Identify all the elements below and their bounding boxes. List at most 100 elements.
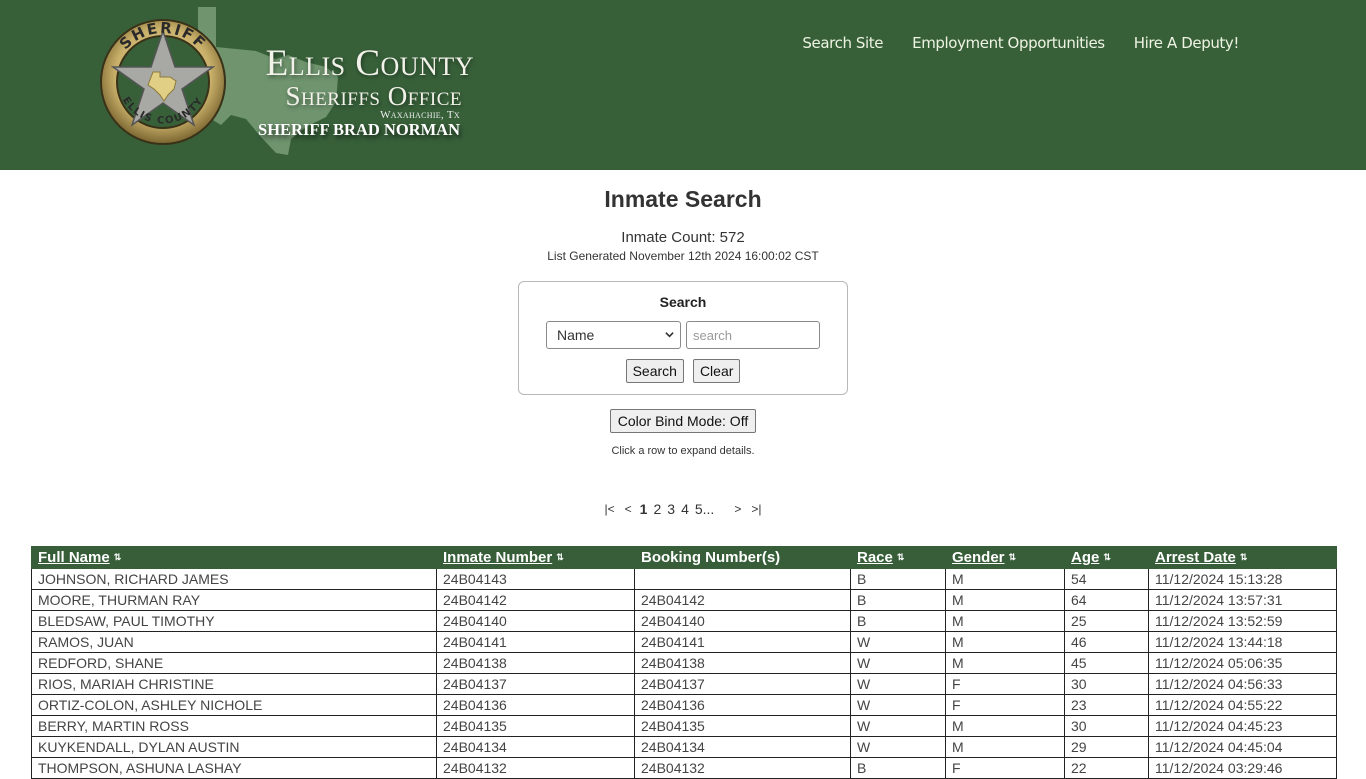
search-panel-title: Search — [659, 294, 707, 310]
cell-age: 29 — [1064, 736, 1149, 758]
cell-arrest-date: 11/12/2024 13:52:59 — [1148, 610, 1337, 632]
sort-icon: ⇅ — [556, 552, 564, 562]
cell-booking-numbers: 24B04135 — [634, 715, 851, 737]
last-page-button[interactable]: >| — [746, 502, 766, 516]
sort-icon: ⇅ — [1103, 552, 1111, 562]
table-row[interactable]: REDFORD, SHANE 24B04138 24B04138 W M 45 11/12/… — [31, 652, 1337, 674]
cell-arrest-date: 11/12/2024 04:55:22 — [1148, 694, 1337, 716]
column-header-inmate-number[interactable]: Inmate Number ⇅ — [436, 546, 635, 569]
page-5[interactable]: 5... — [692, 501, 717, 517]
prev-page-button[interactable]: < — [620, 502, 637, 516]
page-4[interactable]: 4 — [678, 501, 692, 517]
cell-age: 30 — [1064, 715, 1149, 737]
search-button[interactable]: Search — [625, 359, 684, 383]
color-bind-mode-button[interactable]: Color Bind Mode: Off — [609, 409, 757, 433]
pagination: |< < 1 2 3 4 5... > >| — [0, 501, 1366, 517]
cell-booking-numbers: 24B04140 — [634, 610, 851, 632]
cell-race: W — [850, 715, 946, 737]
cell-inmate-number: 24B04132 — [436, 757, 635, 779]
table-row[interactable]: KUYKENDALL, DYLAN AUSTIN 24B04134 24B04134… — [31, 736, 1337, 758]
column-header-age[interactable]: Age ⇅ — [1064, 546, 1149, 569]
logo-county-name: Ellis County — [265, 43, 474, 84]
cell-race: W — [850, 652, 946, 674]
cell-full-name: RIOS, MARIAH CHRISTINE — [31, 673, 437, 695]
chevron-down-icon — [665, 332, 674, 338]
inmate-table: Full Name ⇅ Inmate Number ⇅ Booking Number… — [31, 546, 1337, 779]
cell-gender: M — [945, 610, 1065, 632]
cell-inmate-number: 24B04134 — [436, 736, 635, 758]
cell-race: W — [850, 631, 946, 653]
cell-inmate-number: 24B04137 — [436, 673, 635, 695]
cell-booking-numbers — [634, 568, 851, 590]
table-row[interactable]: RAMOS, JUAN 24B04141 24B04141 W M 46 11/12/202… — [31, 631, 1337, 653]
next-page-button[interactable]: > — [729, 502, 746, 516]
table-row[interactable]: MOORE, THURMAN RAY 24B04142 24B04142 B M 64 11… — [31, 589, 1337, 611]
cell-inmate-number: 24B04142 — [436, 589, 635, 611]
cell-race: B — [850, 589, 946, 611]
cell-age: 30 — [1064, 673, 1149, 695]
cell-arrest-date: 11/12/2024 04:45:23 — [1148, 715, 1337, 737]
top-nav: Search Site Employment Opportunities Hir… — [802, 34, 1239, 52]
column-header-full-name[interactable]: Full Name ⇅ — [31, 546, 437, 569]
page-3[interactable]: 3 — [664, 501, 678, 517]
cell-full-name: REDFORD, SHANE — [31, 652, 437, 674]
cell-race: W — [850, 736, 946, 758]
first-page-button[interactable]: |< — [600, 502, 620, 516]
cell-age: 23 — [1064, 694, 1149, 716]
site-logo[interactable]: SHERIFF ELLIS COUNTY Ellis County Sherif… — [96, 5, 476, 155]
column-header-arrest-date[interactable]: Arrest Date ⇅ — [1148, 546, 1337, 569]
cell-gender: F — [945, 757, 1065, 779]
table-row[interactable]: JOHNSON, RICHARD JAMES 24B04143 B M 54 11/12/… — [31, 568, 1337, 590]
column-header-race[interactable]: Race ⇅ — [850, 546, 946, 569]
cell-gender: M — [945, 715, 1065, 737]
cell-gender: M — [945, 652, 1065, 674]
cell-age: 64 — [1064, 589, 1149, 611]
column-header-gender[interactable]: Gender ⇅ — [945, 546, 1065, 569]
table-row[interactable]: ORTIZ-COLON, ASHLEY NICHOLE 24B04136 24B04… — [31, 694, 1337, 716]
cell-race: W — [850, 673, 946, 695]
clear-button[interactable]: Clear — [692, 359, 741, 383]
cell-gender: F — [945, 673, 1065, 695]
cell-booking-numbers: 24B04134 — [634, 736, 851, 758]
column-header-booking-numbers: Booking Number(s) — [634, 546, 851, 569]
table-row[interactable]: BLEDSAW, PAUL TIMOTHY 24B04140 24B04140 B M 2… — [31, 610, 1337, 632]
table-row[interactable]: THOMPSON, ASHUNA LASHAY 24B04132 24B04132 B… — [31, 757, 1337, 779]
cell-arrest-date: 11/12/2024 13:44:18 — [1148, 631, 1337, 653]
search-field-select[interactable]: Name — [546, 321, 681, 349]
cell-age: 46 — [1064, 631, 1149, 653]
cell-age: 54 — [1064, 568, 1149, 590]
expand-hint: Click a row to expand details. — [611, 445, 755, 457]
cell-inmate-number: 24B04135 — [436, 715, 635, 737]
logo-sheriff-name: SHERIFF BRAD NORMAN — [258, 120, 460, 139]
nav-employment-opportunities[interactable]: Employment Opportunities — [912, 34, 1105, 52]
cell-full-name: MOORE, THURMAN RAY — [31, 589, 437, 611]
cell-age: 22 — [1064, 757, 1149, 779]
cell-inmate-number: 24B04141 — [436, 631, 635, 653]
cell-full-name: THOMPSON, ASHUNA LASHAY — [31, 757, 437, 779]
table-row[interactable]: RIOS, MARIAH CHRISTINE 24B04137 24B04137 W F… — [31, 673, 1337, 695]
cell-arrest-date: 11/12/2024 05:06:35 — [1148, 652, 1337, 674]
sheriff-badge-icon: SHERIFF ELLIS COUNTY — [100, 19, 226, 145]
cell-inmate-number: 24B04136 — [436, 694, 635, 716]
cell-booking-numbers: 24B04141 — [634, 631, 851, 653]
cell-age: 45 — [1064, 652, 1149, 674]
cell-gender: M — [945, 736, 1065, 758]
search-panel: Search Name Search Clear — [518, 281, 848, 395]
site-header: SHERIFF ELLIS COUNTY Ellis County Sherif… — [0, 0, 1366, 170]
nav-search-site[interactable]: Search Site — [802, 34, 883, 52]
table-row[interactable]: BERRY, MARTIN ROSS 24B04135 24B04135 W M 30 11… — [31, 715, 1337, 737]
cell-age: 25 — [1064, 610, 1149, 632]
cell-arrest-date: 11/12/2024 13:57:31 — [1148, 589, 1337, 611]
main-content: Inmate Search Inmate Count: 572 List Gen… — [0, 170, 1366, 517]
cell-full-name: JOHNSON, RICHARD JAMES — [31, 568, 437, 590]
page-2[interactable]: 2 — [650, 501, 664, 517]
list-generated-timestamp: List Generated November 12th 2024 16:00:… — [547, 249, 819, 263]
cell-full-name: BLEDSAW, PAUL TIMOTHY — [31, 610, 437, 632]
cell-inmate-number: 24B04138 — [436, 652, 635, 674]
page-1[interactable]: 1 — [637, 501, 651, 517]
cell-race: B — [850, 610, 946, 632]
search-input[interactable] — [686, 321, 820, 349]
nav-hire-a-deputy[interactable]: Hire A Deputy! — [1134, 34, 1240, 52]
logo-office-name: Sheriffs Office — [285, 81, 462, 111]
cell-inmate-number: 24B04140 — [436, 610, 635, 632]
